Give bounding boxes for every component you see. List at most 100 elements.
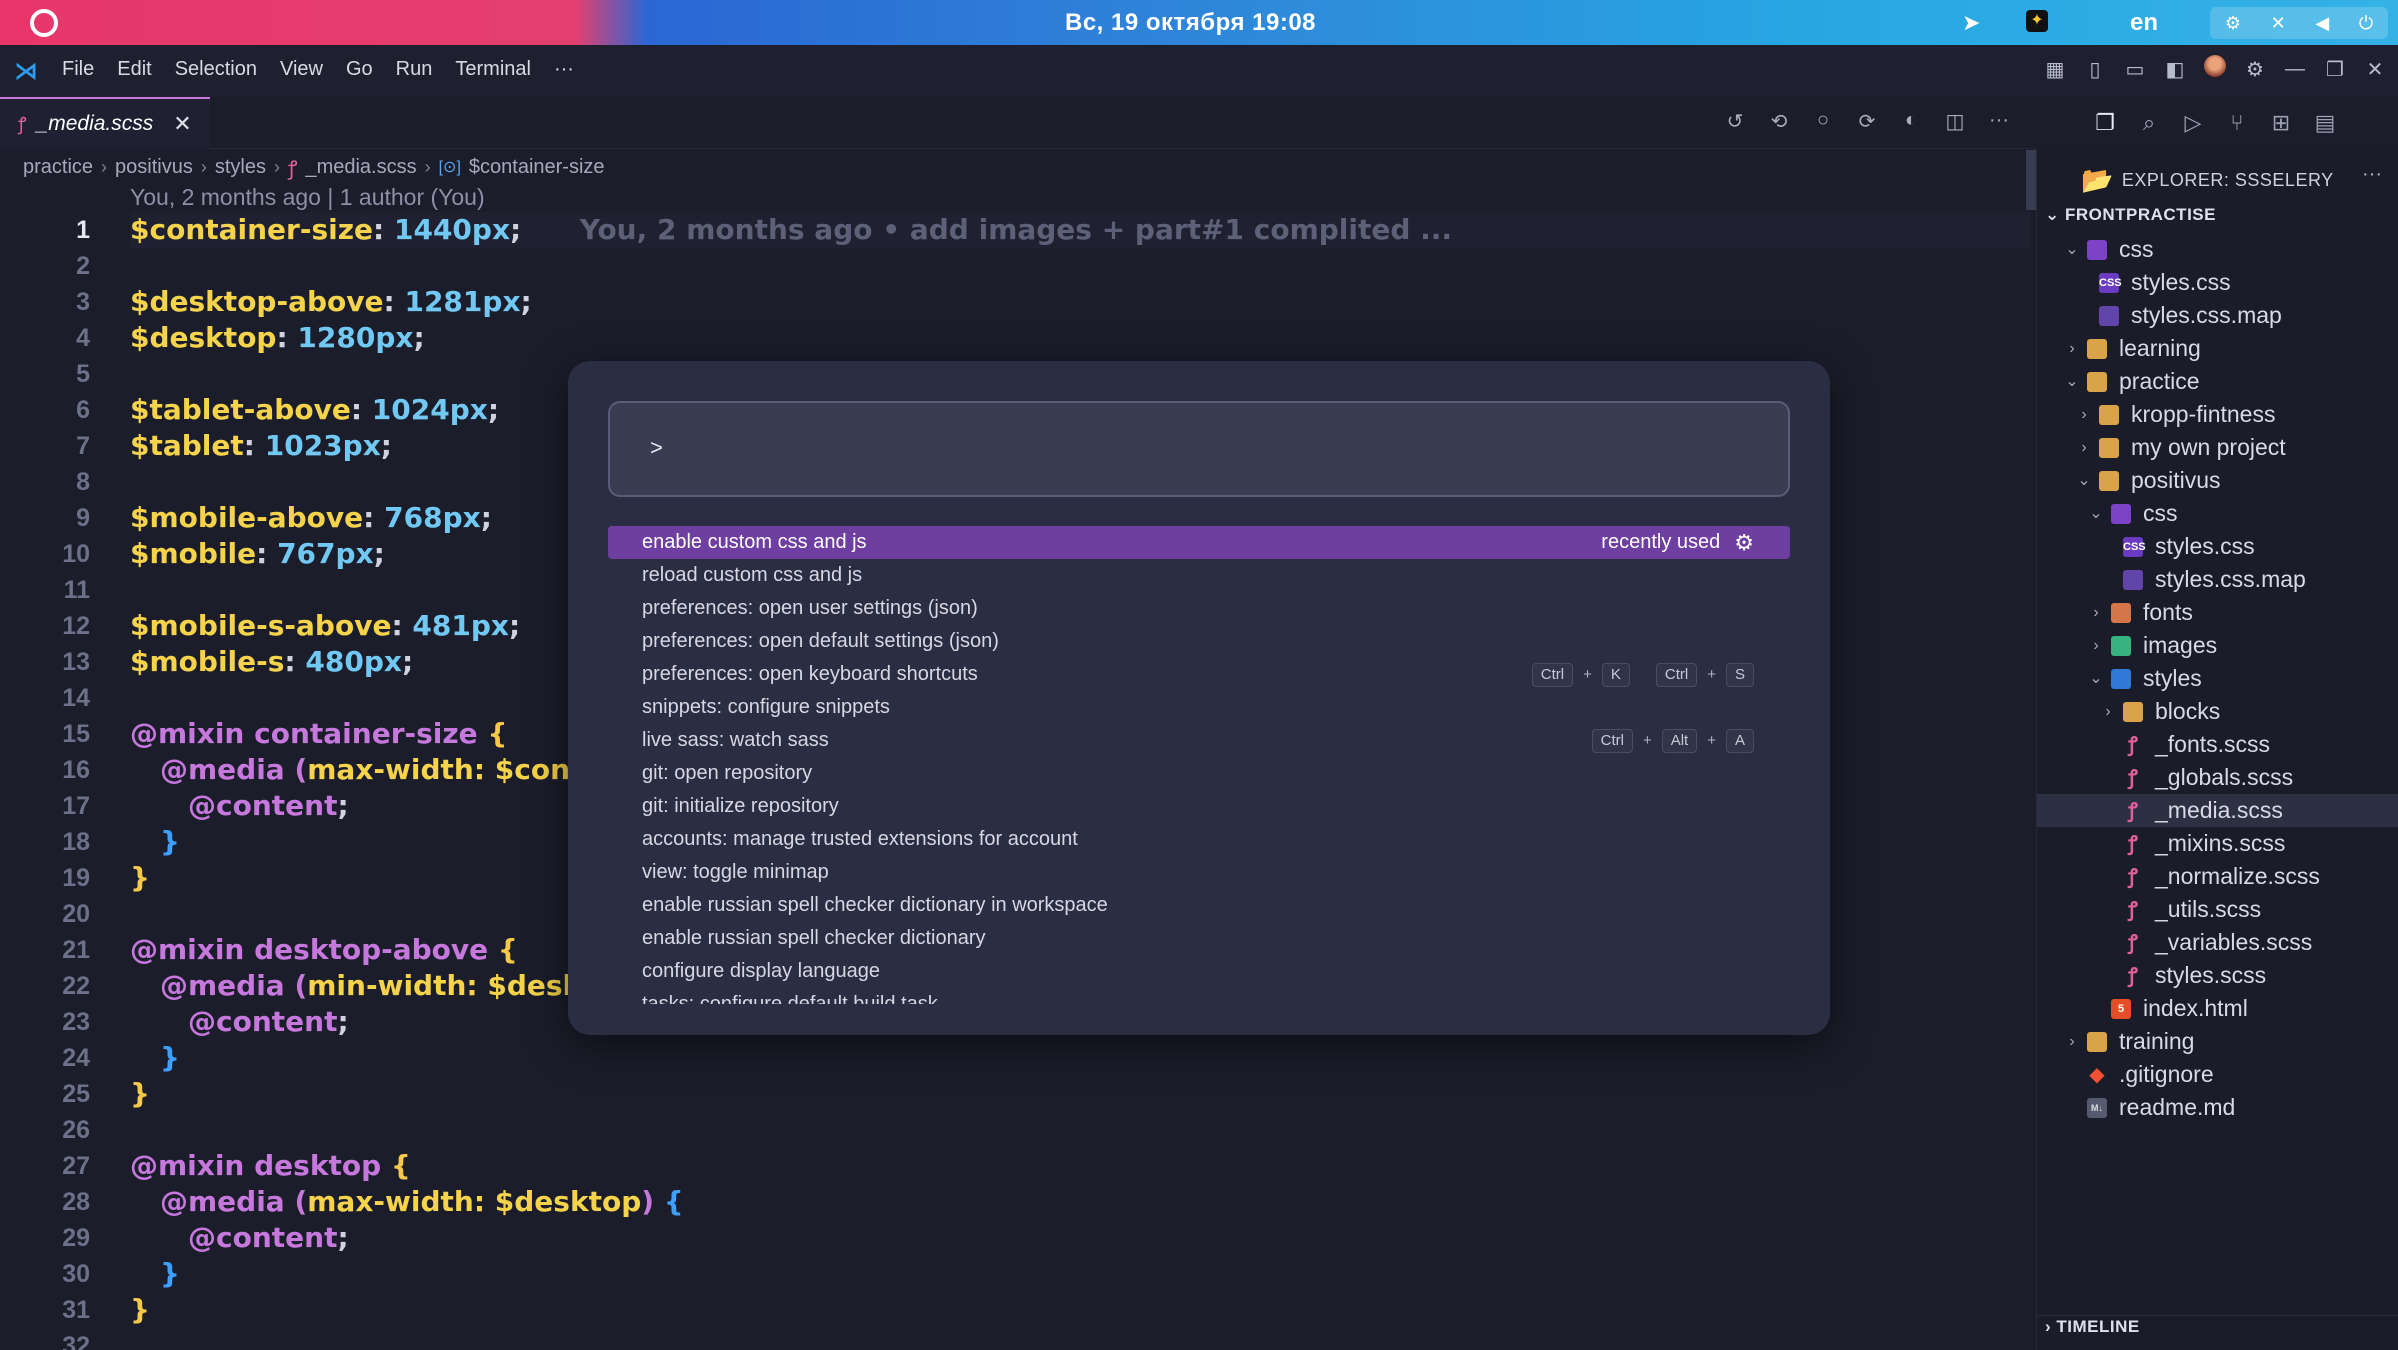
tree-folder[interactable]: › learning — [2037, 332, 2398, 365]
breadcrumb-practice[interactable]: practice — [23, 156, 93, 179]
close-tab-icon[interactable]: ✕ — [173, 111, 191, 137]
tab-media-scss[interactable]: ꝭ _media.scss ✕ — [0, 97, 210, 149]
chevron-right-icon[interactable]: › — [2075, 431, 2093, 464]
chevron-right-icon[interactable]: › — [2099, 695, 2117, 728]
tree-file[interactable]: ◆ .gitignore — [2037, 1058, 2398, 1091]
clock[interactable]: Вс, 19 октября 19:08 — [1065, 9, 1316, 37]
remote-explorer-icon[interactable]: ▤ — [2314, 110, 2336, 136]
split-editor-icon[interactable]: ◫ — [1942, 109, 1968, 134]
power-icon[interactable]: ⏻ — [2359, 13, 2373, 34]
network-icon[interactable]: ⚙ — [2225, 13, 2241, 34]
tree-folder[interactable]: ⌄ css — [2037, 233, 2398, 266]
command-item[interactable]: git: open repository — [608, 757, 1790, 790]
tree-folder[interactable]: ⌄ positivus — [2037, 464, 2398, 497]
code-line[interactable]: @media (max-width: $desktop) { — [130, 1184, 2030, 1220]
code-line[interactable]: } — [130, 1256, 2030, 1292]
telegram-icon[interactable]: ➤ — [1962, 10, 1980, 36]
account-avatar[interactable] — [2202, 55, 2228, 83]
tree-folder[interactable]: › images — [2037, 629, 2398, 662]
breadcrumb-positivus[interactable]: positivus — [115, 156, 193, 179]
menu-go[interactable]: Go — [346, 58, 373, 81]
tree-file[interactable]: styles.css.map — [2037, 299, 2398, 332]
workspace-section[interactable]: ⌄ FRONTPRACTISE — [2045, 205, 2216, 225]
tree-file[interactable]: 5 index.html — [2037, 992, 2398, 1025]
command-item[interactable]: preferences: open keyboard shortcuts Ctrl… — [608, 658, 1790, 691]
menu-run[interactable]: Run — [396, 58, 433, 81]
git-commit-icon[interactable]: ○ — [1810, 109, 1836, 134]
command-item[interactable]: live sass: watch sass Ctrl + Alt + A — [608, 724, 1790, 757]
go-forward-icon[interactable]: ⟳ — [1854, 109, 1880, 134]
code-line[interactable] — [130, 248, 2030, 284]
tree-file[interactable]: ꝭ _variables.scss — [2037, 926, 2398, 959]
volume-icon[interactable]: ◀ — [2315, 13, 2329, 34]
chevron-down-icon[interactable]: ⌄ — [2063, 233, 2081, 266]
chevron-right-icon[interactable]: › — [2087, 596, 2105, 629]
timeline-history-icon[interactable]: ↺ — [1722, 109, 1748, 134]
timeline-section[interactable]: › TIMELINE — [2045, 1317, 2140, 1337]
minimize-icon[interactable]: — — [2282, 58, 2308, 81]
code-line[interactable]: } — [130, 1292, 2030, 1328]
breadcrumb-file[interactable]: _media.scss — [305, 156, 416, 179]
chevron-right-icon[interactable]: › — [2063, 332, 2081, 365]
command-item[interactable]: accounts: manage trusted extensions for … — [608, 823, 1790, 856]
menu-more[interactable]: ··· — [554, 58, 574, 81]
code-line[interactable]: } — [130, 1040, 2030, 1076]
command-palette-input[interactable]: > — [608, 401, 1790, 497]
editor-scrollbar[interactable] — [2026, 150, 2036, 210]
tree-folder[interactable]: ⌄ practice — [2037, 365, 2398, 398]
code-line[interactable]: $desktop-above: 1281px; — [130, 284, 2030, 320]
tree-file[interactable]: M↓ readme.md — [2037, 1091, 2398, 1124]
command-item[interactable]: enable russian spell checker dictionary … — [608, 889, 1790, 922]
configure-keybinding-gear-icon[interactable]: ⚙ — [1734, 526, 1754, 559]
source-control-icon[interactable]: ⑂ — [2226, 110, 2248, 136]
toggle-primary-sidebar-icon[interactable]: ▯ — [2082, 57, 2108, 82]
system-tray[interactable]: ⚙ ✕ ◀ ⏻ — [2210, 7, 2388, 39]
tree-file[interactable]: ꝭ _media.scss — [2037, 794, 2398, 827]
command-item[interactable]: reload custom css and js — [608, 559, 1790, 592]
tree-folder[interactable]: › fonts — [2037, 596, 2398, 629]
code-line[interactable]: } — [130, 1076, 2030, 1112]
chevron-down-icon[interactable]: ⌄ — [2087, 662, 2105, 695]
open-changes-icon[interactable]: ◐ — [1898, 109, 1924, 134]
command-item[interactable]: snippets: configure snippets — [608, 691, 1790, 724]
command-item[interactable]: configure display language — [608, 955, 1790, 988]
more-actions-icon[interactable]: ··· — [2362, 163, 2382, 186]
breadcrumb-styles[interactable]: styles — [215, 156, 266, 179]
notifications-off-icon[interactable]: ✕ — [2271, 13, 2286, 34]
run-debug-icon[interactable]: ▷ — [2182, 110, 2204, 136]
maximize-icon[interactable]: ❐ — [2322, 57, 2348, 82]
code-line[interactable]: @mixin desktop { — [130, 1148, 2030, 1184]
command-item[interactable]: view: toggle minimap — [608, 856, 1790, 889]
code-line[interactable] — [130, 1328, 2030, 1350]
menu-view[interactable]: View — [280, 58, 323, 81]
menu-file[interactable]: File — [62, 58, 94, 81]
system-menu-icon[interactable] — [30, 9, 58, 37]
chevron-right-icon[interactable]: › — [2075, 398, 2093, 431]
code-line[interactable]: $desktop: 1280px; — [130, 320, 2030, 356]
customize-layout-icon[interactable]: ▦ — [2042, 57, 2068, 82]
tree-file[interactable]: CSS styles.css — [2037, 530, 2398, 563]
code-line[interactable]: @content; — [130, 1220, 2030, 1256]
tree-file[interactable]: ꝭ _mixins.scss — [2037, 827, 2398, 860]
code-line[interactable] — [130, 1112, 2030, 1148]
tree-folder[interactable]: › kropp-fintness — [2037, 398, 2398, 431]
more-actions-icon[interactable]: ··· — [1986, 109, 2012, 134]
tree-file[interactable]: ꝭ _normalize.scss — [2037, 860, 2398, 893]
close-window-icon[interactable]: ✕ — [2362, 57, 2388, 82]
tree-folder[interactable]: › training — [2037, 1025, 2398, 1058]
menu-edit[interactable]: Edit — [117, 58, 151, 81]
tree-file[interactable]: ꝭ _utils.scss — [2037, 893, 2398, 926]
settings-gear-icon[interactable]: ⚙ — [2242, 57, 2268, 82]
tree-file[interactable]: ꝭ styles.scss — [2037, 959, 2398, 992]
breadcrumb-symbol[interactable]: $container-size — [469, 156, 605, 179]
extensions-icon[interactable]: ⊞ — [2270, 110, 2292, 136]
tree-folder[interactable]: ⌄ styles — [2037, 662, 2398, 695]
command-item[interactable]: git: initialize repository — [608, 790, 1790, 823]
command-item[interactable]: tasks: configure default build task — [608, 988, 1790, 1004]
chevron-down-icon[interactable]: ⌄ — [2075, 464, 2093, 497]
tree-folder[interactable]: › blocks — [2037, 695, 2398, 728]
tree-file[interactable]: ꝭ _fonts.scss — [2037, 728, 2398, 761]
code-line[interactable]: $container-size: 1440px; You, 2 months a… — [130, 212, 2030, 248]
tray-app-icon[interactable]: ✦ — [2026, 10, 2048, 32]
chevron-down-icon[interactable]: ⌄ — [2087, 497, 2105, 530]
